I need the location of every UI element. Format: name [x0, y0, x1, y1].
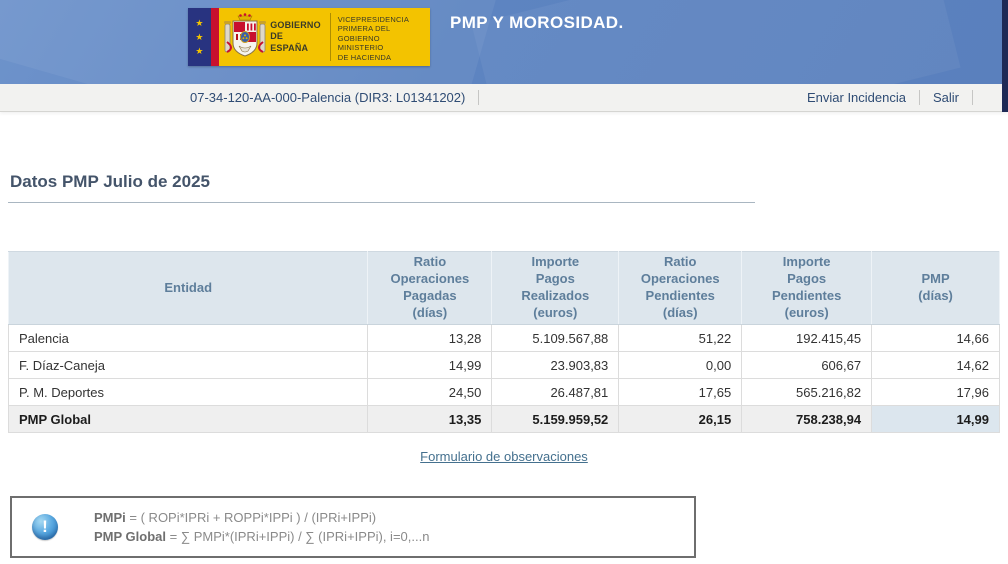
value-cell: 14,99 [368, 352, 492, 379]
entidad-cell: P. M. Deportes [9, 379, 368, 406]
info-icon: ! [32, 514, 58, 540]
col-header-importe-pendientes: Importe Pagos Pendientes (euros) [742, 252, 872, 325]
page-title: Datos PMP Julio de 2025 [10, 172, 1000, 192]
value-cell: 13,35 [368, 406, 492, 433]
app-title: PMP Y MOROSIDAD. [450, 13, 624, 33]
government-logo: ★ ★ ★ [188, 8, 430, 66]
star-icon: ★ [195, 33, 203, 42]
value-cell: 17,96 [872, 379, 1000, 406]
value-cell: 5.109.567,88 [492, 325, 619, 352]
entidad-cell: PMP Global [9, 406, 368, 433]
value-cell: 17,65 [619, 379, 742, 406]
formula-text: PMPi = ( ROPi*IPRi + ROPPi*IPPi ) / (IPR… [94, 508, 429, 547]
value-cell: 5.159.959,52 [492, 406, 619, 433]
table-row: F. Díaz-Caneja 14,99 23.903,83 0,00 606,… [9, 352, 1000, 379]
gobierno-line1: GOBIERNO [270, 20, 321, 31]
value-cell: 192.415,45 [742, 325, 872, 352]
table-row: Palencia 13,28 5.109.567,88 51,22 192.41… [9, 325, 1000, 352]
ministerio-hacienda-label: MINISTERIO DE HACIENDA [338, 43, 426, 62]
gobierno-de-espana-label: GOBIERNO DE ESPAÑA [270, 8, 321, 66]
pmp-global-value-cell: 14,99 [872, 406, 1000, 433]
formulario-observaciones-link[interactable]: Formulario de observaciones [420, 449, 588, 464]
col-header-ratio-pagadas: Ratio Operaciones Pagadas (días) [368, 252, 492, 325]
formula-line-pmpi: PMPi = ( ROPi*IPRi + ROPPi*IPPi ) / (IPR… [94, 508, 429, 528]
value-cell: 606,67 [742, 352, 872, 379]
col-header-entidad: Entidad [9, 252, 368, 325]
table-header-row: Entidad Ratio Operaciones Pagadas (días)… [9, 252, 1000, 325]
right-edge-decor [1002, 0, 1008, 112]
enviar-incidencia-link[interactable]: Enviar Incidencia [807, 90, 906, 105]
value-cell: 14,66 [872, 325, 1000, 352]
spain-flag-stripe [211, 8, 219, 66]
logo-divider [330, 13, 331, 61]
formula-line-pmp-global: PMP Global = ∑ PMPi*(IPRi+IPPi) / ∑ (IPR… [94, 527, 429, 547]
separator [919, 90, 920, 105]
vicepresidencia-label: VICEPRESIDENCIA PRIMERA DEL GOBIERNO [338, 15, 426, 43]
value-cell: 26,15 [619, 406, 742, 433]
value-cell: 0,00 [619, 352, 742, 379]
entidad-cell: Palencia [9, 325, 368, 352]
entidad-cell: F. Díaz-Caneja [9, 352, 368, 379]
menubar-links: Enviar Incidencia Salir [807, 90, 1008, 105]
separator [972, 90, 973, 105]
col-header-importe-realizados: Importe Pagos Realizados (euros) [492, 252, 619, 325]
table-total-row: PMP Global 13,35 5.159.959,52 26,15 758.… [9, 406, 1000, 433]
value-cell: 565.216,82 [742, 379, 872, 406]
value-cell: 23.903,83 [492, 352, 619, 379]
value-cell: 14,62 [872, 352, 1000, 379]
menubar: 07-34-120-AA-000-Palencia (DIR3: L013412… [0, 84, 1008, 112]
value-cell: 758.238,94 [742, 406, 872, 433]
star-icon: ★ [195, 47, 203, 56]
pmp-table: Entidad Ratio Operaciones Pagadas (días)… [8, 251, 1000, 433]
value-cell: 51,22 [619, 325, 742, 352]
value-cell: 13,28 [368, 325, 492, 352]
ministry-label: VICEPRESIDENCIA PRIMERA DEL GOBIERNO MIN… [338, 8, 430, 66]
salir-link[interactable]: Salir [933, 90, 959, 105]
app-header: ★ ★ ★ [0, 0, 1008, 84]
value-cell: 26.487,81 [492, 379, 619, 406]
star-icon: ★ [195, 19, 203, 28]
observations-link-row: Formulario de observaciones [8, 448, 1000, 466]
title-divider [8, 202, 755, 203]
table-row: P. M. Deportes 24,50 26.487,81 17,65 565… [9, 379, 1000, 406]
europe-stars-band: ★ ★ ★ [188, 8, 211, 66]
coat-of-arms-icon [219, 8, 270, 66]
value-cell: 24,50 [368, 379, 492, 406]
col-header-pmp: PMP (días) [872, 252, 1000, 325]
separator [478, 90, 479, 105]
col-header-ratio-pendientes: Ratio Operaciones Pendientes (días) [619, 252, 742, 325]
breadcrumb: 07-34-120-AA-000-Palencia (DIR3: L013412… [190, 90, 465, 105]
main-content: Datos PMP Julio de 2025 Entidad Ratio Op… [0, 172, 1008, 558]
formula-info-box: ! PMPi = ( ROPi*IPRi + ROPPi*IPPi ) / (I… [10, 496, 696, 558]
gobierno-line2: DE ESPAÑA [270, 31, 321, 54]
